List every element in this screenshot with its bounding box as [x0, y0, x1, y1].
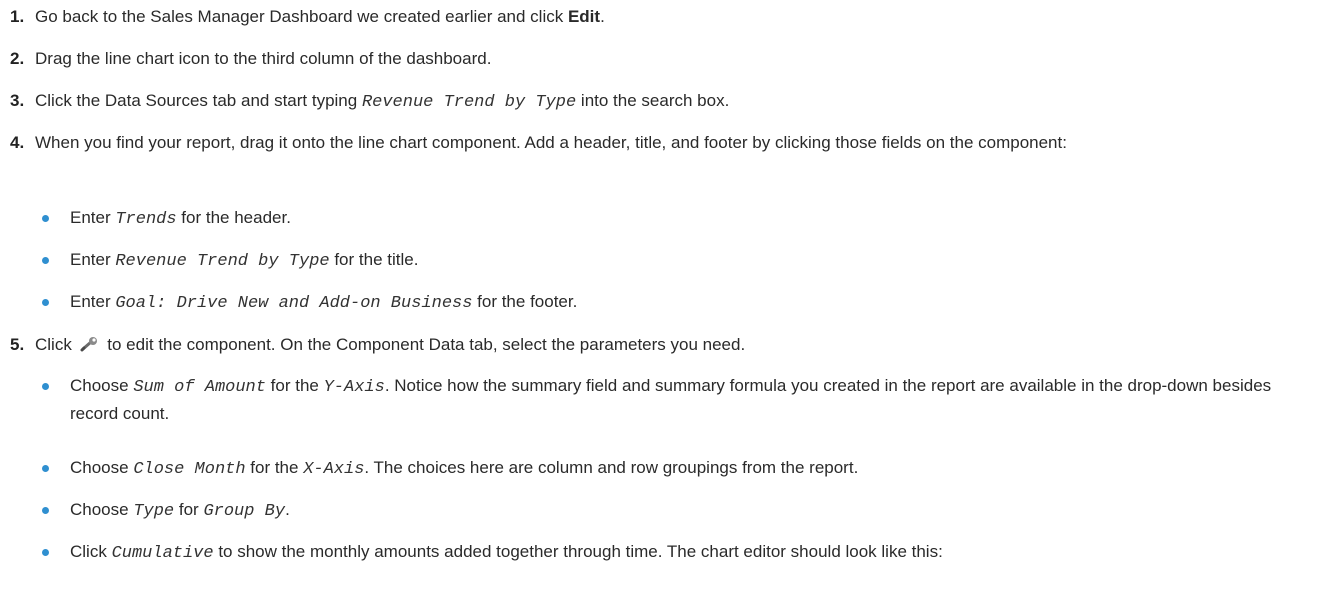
step-number: 3. [10, 91, 25, 110]
step-number: 4. [10, 133, 25, 152]
code-snippet: Trends [115, 210, 177, 229]
code-snippet: Sum of Amount [133, 378, 266, 397]
step-number: 5. [10, 335, 25, 354]
code-snippet: Group By [203, 502, 286, 521]
bullet-icon [42, 465, 49, 472]
step-text: Click the Data Sources tab and start typ… [35, 91, 730, 112]
step-text: Drag the line chart icon to the third co… [35, 49, 492, 68]
step-number: 1. [10, 7, 25, 26]
code-snippet: Goal: Drive New and Add-on Business [115, 294, 473, 313]
bullet-icon [42, 299, 49, 306]
bullet-icon [42, 383, 49, 390]
bullet-icon [42, 257, 49, 264]
wrench-icon[interactable] [80, 336, 100, 352]
code-snippet: X-Axis [303, 460, 365, 479]
step-text: Go back to the Sales Manager Dashboard w… [35, 7, 605, 26]
code-snippet: Revenue Trend by Type [361, 93, 577, 112]
step-text: When you find your report, drag it onto … [35, 133, 1067, 152]
document-page: 1. Go back to the Sales Manager Dashboar… [0, 0, 1320, 612]
bullet-icon [42, 507, 49, 514]
step-number: 2. [10, 49, 25, 68]
code-snippet: Type [133, 502, 175, 521]
code-snippet: Revenue Trend by Type [115, 252, 330, 271]
edit-keyword: Edit [567, 7, 601, 26]
code-snippet: Y-Axis [323, 378, 385, 397]
step-text: Click to edit the component. On the Comp… [35, 335, 746, 354]
code-snippet: Close Month [133, 460, 246, 479]
bullet-icon [42, 549, 49, 556]
code-snippet: Cumulative [111, 544, 214, 563]
bullet-icon [42, 215, 49, 222]
